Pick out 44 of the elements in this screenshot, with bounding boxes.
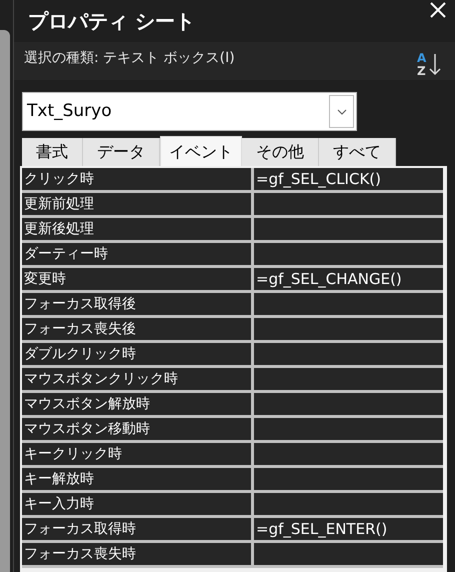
property-value[interactable]: =gf_SEL_ENTER() [254,518,443,540]
property-name: ダブルクリック時 [22,343,251,365]
property-value[interactable] [254,293,443,315]
property-value[interactable]: =gf_SEL_CLICK() [254,168,443,190]
combobox-value: Txt_Suryo [27,100,112,123]
property-value[interactable] [254,193,443,215]
property-name: 更新後処理 [22,218,251,240]
property-tab[interactable]: すべて [319,138,396,166]
property-name: マウスボタン移動時 [22,418,251,440]
window-title: プロパティ シート [28,8,195,35]
property-name: フォーカス喪失時 [22,543,251,565]
property-tab[interactable]: データ [83,138,160,166]
object-combobox[interactable]: Txt_Suryo [22,92,357,131]
property-name: ダーティー時 [22,243,251,265]
property-tab[interactable]: その他 [242,138,319,166]
property-name: フォーカス喪失後 [22,318,251,340]
property-value[interactable] [254,493,443,515]
property-value[interactable] [254,218,443,240]
property-name: 更新前処理 [22,193,251,215]
property-name: キークリック時 [22,443,251,465]
close-icon[interactable] [429,1,447,19]
property-value[interactable] [254,468,443,490]
selection-type-label: 選択の種類: テキスト ボックス(I) [24,49,235,68]
property-tab[interactable]: イベント [160,136,242,166]
property-name: キー入力時 [22,493,251,515]
property-value[interactable]: =gf_SEL_CHANGE() [254,268,443,290]
property-value[interactable] [254,243,443,265]
property-value[interactable] [254,368,443,390]
property-name: キー解放時 [22,468,251,490]
property-value[interactable] [254,393,443,415]
property-value[interactable] [254,418,443,440]
property-value[interactable] [254,318,443,340]
property-name: マウスボタンクリック時 [22,368,251,390]
property-tab[interactable]: 書式 [22,138,83,166]
property-name: クリック時 [22,168,251,190]
property-name: マウスボタン解放時 [22,393,251,415]
property-name: フォーカス取得時 [22,518,251,540]
dropdown-button[interactable] [329,95,354,128]
property-value[interactable] [254,443,443,465]
property-value[interactable] [254,543,443,565]
chevron-down-icon [336,108,346,114]
property-name: フォーカス取得後 [22,293,251,315]
property-name: 変更時 [22,268,251,290]
property-value[interactable] [254,343,443,365]
